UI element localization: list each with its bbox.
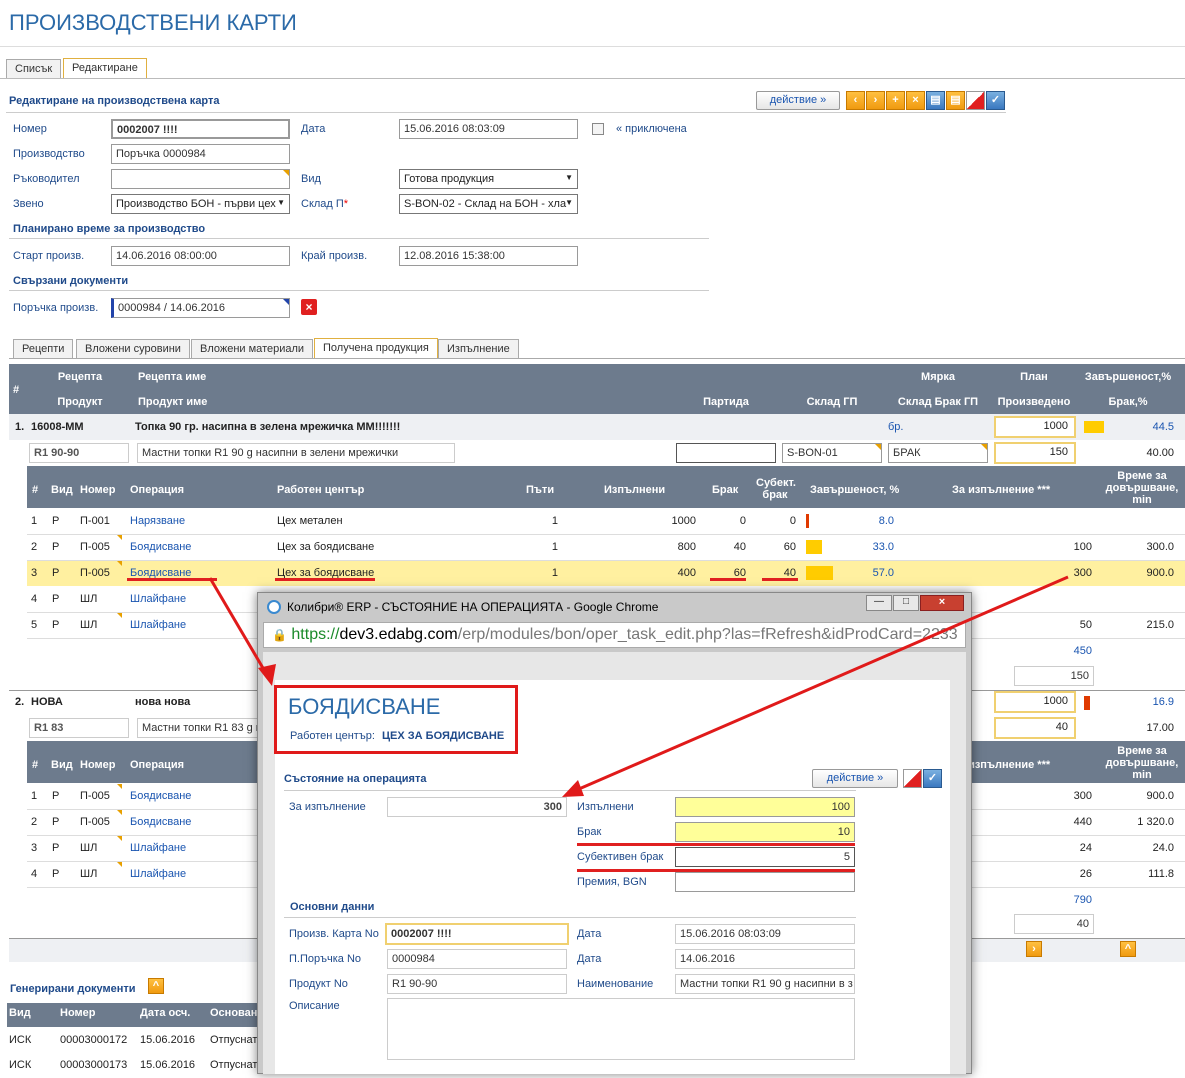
- arrow-head: [562, 780, 584, 797]
- arrow-line: [571, 575, 1069, 794]
- arrow-line: [208, 577, 272, 681]
- annotation-arrows: [208, 575, 1069, 797]
- arrow-head: [258, 664, 276, 686]
